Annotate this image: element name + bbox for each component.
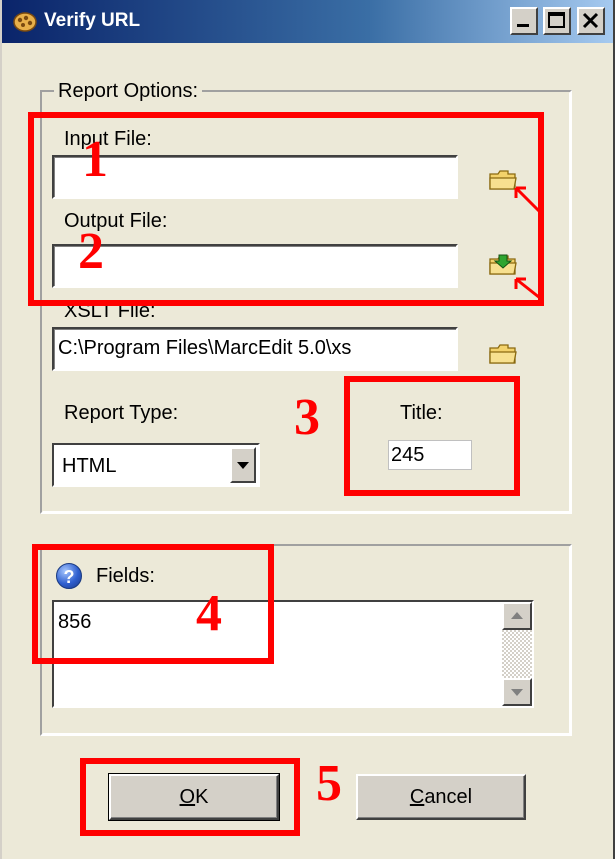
title-bar[interactable]: Verify URL (2, 0, 613, 43)
report-type-select[interactable]: HTML (52, 443, 260, 487)
folder-save-icon[interactable] (488, 253, 518, 277)
fields-value: 856 (58, 611, 92, 633)
report-options-legend: Report Options: (54, 78, 203, 104)
scroll-up-button[interactable] (502, 602, 532, 630)
title-field[interactable]: 245 (388, 440, 472, 470)
annotation-number-4: 4 (196, 585, 222, 642)
arrow-up-icon (511, 612, 523, 619)
annotation-number-5: 5 (316, 755, 342, 812)
report-type-value: HTML (62, 455, 117, 477)
arrow-down-icon (511, 689, 523, 696)
chevron-down-icon (237, 462, 249, 469)
xslt-file-field[interactable]: C:\Program Files\MarcEdit 5.0\xs (52, 327, 458, 371)
cancel-button[interactable]: Cancel (356, 774, 526, 820)
maximize-button[interactable] (543, 7, 571, 35)
annotation-number-1: 1 (82, 131, 108, 188)
title-label: Title: (400, 402, 443, 424)
annotation-number-2: 2 (78, 223, 104, 280)
close-button[interactable] (577, 7, 605, 35)
cancel-label-rest: ancel (424, 786, 473, 808)
folder-icon[interactable] (488, 168, 518, 192)
ok-mnemonic: O (179, 786, 196, 808)
output-file-field[interactable] (52, 244, 458, 288)
input-file-field[interactable] (52, 155, 458, 199)
minimize-button[interactable] (510, 7, 538, 35)
vertical-scrollbar[interactable] (502, 602, 532, 706)
help-icon[interactable]: ? (56, 563, 82, 589)
ok-label-rest: K (195, 786, 209, 808)
close-icon (582, 12, 599, 29)
scroll-down-button[interactable] (502, 678, 532, 706)
fields-label: Fields: (96, 565, 155, 587)
ok-button[interactable]: OK (108, 773, 280, 821)
report-type-label: Report Type: (64, 402, 179, 424)
fields-textarea[interactable]: 856 (52, 600, 534, 708)
maximize-icon (548, 12, 565, 28)
annotation-number-3: 3 (294, 389, 320, 446)
dropdown-button[interactable] (230, 447, 256, 483)
minimize-icon (517, 24, 529, 27)
folder-icon[interactable] (488, 342, 518, 366)
cancel-mnemonic: C (409, 786, 425, 808)
plugin-icon (13, 12, 37, 32)
window-title: Verify URL (44, 10, 141, 31)
